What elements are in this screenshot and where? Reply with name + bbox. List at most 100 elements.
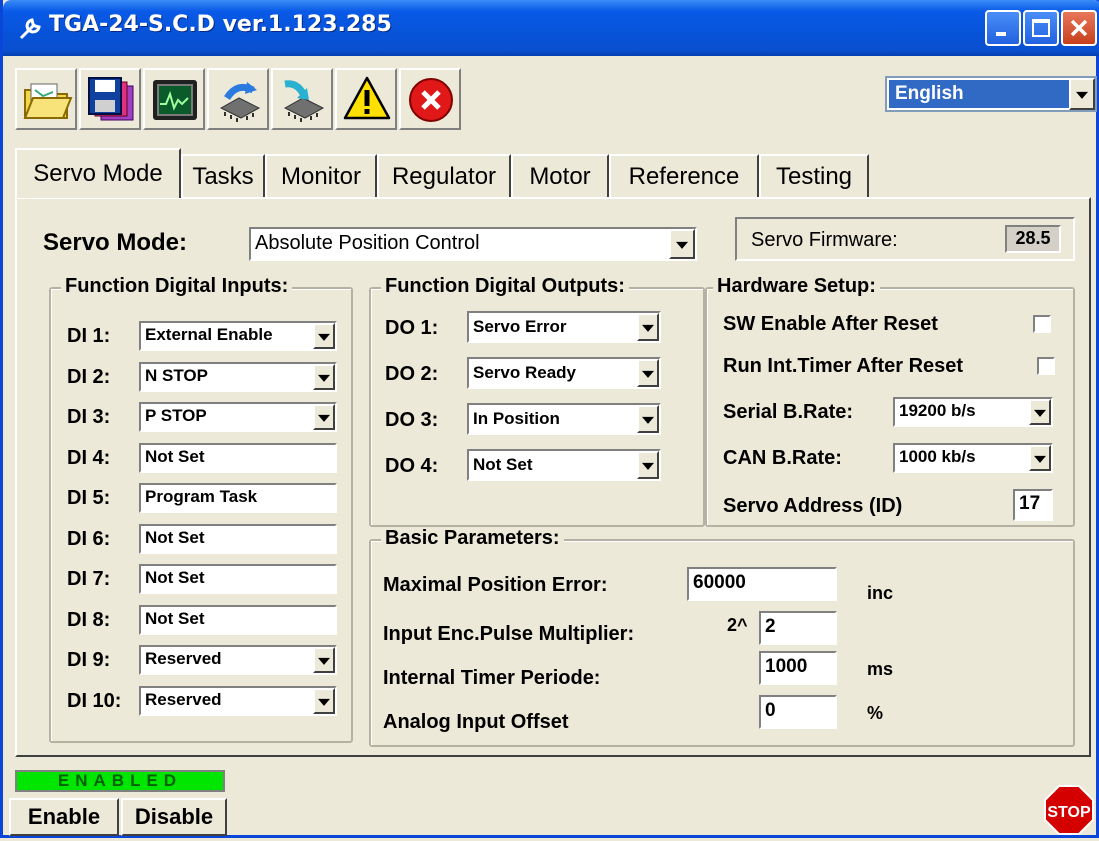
do-select[interactable]: Servo Ready <box>467 357 661 389</box>
servo-address-value: 17 <box>1019 493 1041 514</box>
language-select[interactable]: English <box>885 76 1097 112</box>
di-value: Program Task <box>145 487 258 506</box>
di-select[interactable]: P STOP <box>139 402 337 432</box>
chevron-down-icon[interactable] <box>313 647 335 673</box>
di-select[interactable]: N STOP <box>139 362 337 392</box>
run-timer-checkbox[interactable] <box>1037 357 1055 375</box>
close-button[interactable] <box>1061 10 1097 46</box>
di-field[interactable]: Not Set <box>139 605 337 635</box>
download-button[interactable] <box>271 68 333 130</box>
maximize-button[interactable] <box>1023 10 1059 46</box>
chevron-down-icon[interactable] <box>313 364 335 390</box>
analog-offset-input[interactable]: 0 <box>759 695 837 729</box>
window-title: TGA-24-S.C.D ver.1.123.285 <box>49 12 392 37</box>
di-label: DI 9: <box>67 649 111 671</box>
minimize-button[interactable] <box>985 10 1021 46</box>
enable-button[interactable]: Enable <box>9 798 119 836</box>
enc-mult-input[interactable]: 2 <box>759 611 837 645</box>
upload-button[interactable] <box>207 68 269 130</box>
stop-sign-icon: STOP <box>1044 785 1094 835</box>
di-label: DI 6: <box>67 528 111 550</box>
chevron-down-icon[interactable] <box>1069 78 1095 110</box>
enc-mult-prefix: 2^ <box>727 615 748 635</box>
status-badge: ENABLED <box>15 770 225 792</box>
save-button[interactable] <box>79 68 141 130</box>
tab-regulator[interactable]: Regulator <box>377 154 511 198</box>
chevron-down-icon[interactable] <box>313 323 335 349</box>
di-field[interactable]: Not Set <box>139 524 337 554</box>
open-button[interactable] <box>15 68 77 130</box>
chevron-down-icon[interactable] <box>637 451 659 479</box>
di-label: DI 7: <box>67 568 111 590</box>
di-value: Reserved <box>145 690 222 709</box>
di-field[interactable]: Not Set <box>139 564 337 594</box>
do-label: DO 3: <box>385 409 439 431</box>
monitor-button[interactable] <box>143 68 205 130</box>
serial-rate-value: 19200 b/s <box>899 401 976 420</box>
do-select[interactable]: Not Set <box>467 449 661 481</box>
warning-icon <box>343 76 391 120</box>
max-pos-error-label: Maximal Position Error: <box>383 574 608 596</box>
servo-address-input[interactable]: 17 <box>1013 489 1053 521</box>
close-icon <box>1070 19 1088 37</box>
di-select[interactable]: Reserved <box>139 645 337 675</box>
di-label: DI 10: <box>67 690 122 712</box>
max-pos-error-input[interactable]: 60000 <box>687 567 837 601</box>
basic-parameters-title: Basic Parameters: <box>381 527 564 550</box>
title-bar: TGA-24-S.C.D ver.1.123.285 <box>3 0 1099 56</box>
do-select[interactable]: In Position <box>467 403 661 435</box>
error-icon <box>409 78 453 122</box>
di-label: DI 5: <box>67 487 111 509</box>
minimize-icon <box>996 32 1006 36</box>
di-select[interactable]: External Enable <box>139 321 337 351</box>
do-label: DO 2: <box>385 363 439 385</box>
warning-button[interactable] <box>335 68 397 130</box>
analog-offset-value: 0 <box>765 700 776 721</box>
chevron-down-icon[interactable] <box>1029 445 1051 471</box>
di-label: DI 3: <box>67 406 111 428</box>
timer-period-input[interactable]: 1000 <box>759 651 837 685</box>
di-select[interactable]: Reserved <box>139 686 337 716</box>
do-label: DO 4: <box>385 455 439 477</box>
tab-tasks[interactable]: Tasks <box>181 154 265 198</box>
tab-testing[interactable]: Testing <box>759 154 869 198</box>
chevron-down-icon[interactable] <box>1029 399 1051 425</box>
di-label: DI 4: <box>67 447 111 469</box>
can-rate-value: 1000 kb/s <box>899 447 976 466</box>
timer-period-label: Internal Timer Periode: <box>383 667 601 689</box>
servo-mode-panel: Servo Mode: Absolute Position Control Se… <box>15 197 1091 757</box>
enc-mult-label: Input Enc.Pulse Multiplier: <box>383 623 635 645</box>
hardware-setup-title: Hardware Setup: <box>713 275 880 298</box>
do-value: Servo Error <box>473 317 567 336</box>
disable-button[interactable]: Disable <box>121 798 227 836</box>
tab-servo-mode[interactable]: Servo Mode <box>15 148 181 198</box>
serial-rate-select[interactable]: 19200 b/s <box>893 397 1053 427</box>
chevron-down-icon[interactable] <box>313 404 335 430</box>
enc-mult-value: 2 <box>765 616 776 637</box>
chevron-down-icon[interactable] <box>313 688 335 714</box>
servo-mode-select[interactable]: Absolute Position Control <box>249 227 697 261</box>
open-folder-icon <box>23 83 73 119</box>
tab-reference[interactable]: Reference <box>609 154 759 198</box>
analog-offset-label: Analog Input Offset <box>383 711 569 733</box>
tab-monitor[interactable]: Monitor <box>265 154 377 198</box>
timer-period-unit: ms <box>867 659 894 679</box>
max-pos-error-unit: inc <box>867 583 894 603</box>
language-selected: English <box>889 80 1069 108</box>
di-field[interactable]: Program Task <box>139 483 337 513</box>
chevron-down-icon[interactable] <box>637 405 659 433</box>
stop-button[interactable]: STOP <box>1043 784 1095 841</box>
servo-address-label: Servo Address (ID) <box>723 495 903 517</box>
di-field[interactable]: Not Set <box>139 443 337 473</box>
tab-motor[interactable]: Motor <box>511 154 609 198</box>
firmware-box: Servo Firmware: 28.5 <box>735 217 1075 261</box>
chevron-down-icon[interactable] <box>637 359 659 387</box>
do-select[interactable]: Servo Error <box>467 311 661 343</box>
download-chip-icon <box>283 80 325 122</box>
di-value: Not Set <box>145 528 205 547</box>
can-rate-select[interactable]: 1000 kb/s <box>893 443 1053 473</box>
sw-enable-checkbox[interactable] <box>1033 315 1051 333</box>
chevron-down-icon[interactable] <box>669 229 695 259</box>
chevron-down-icon[interactable] <box>637 313 659 341</box>
error-button[interactable] <box>399 68 461 130</box>
